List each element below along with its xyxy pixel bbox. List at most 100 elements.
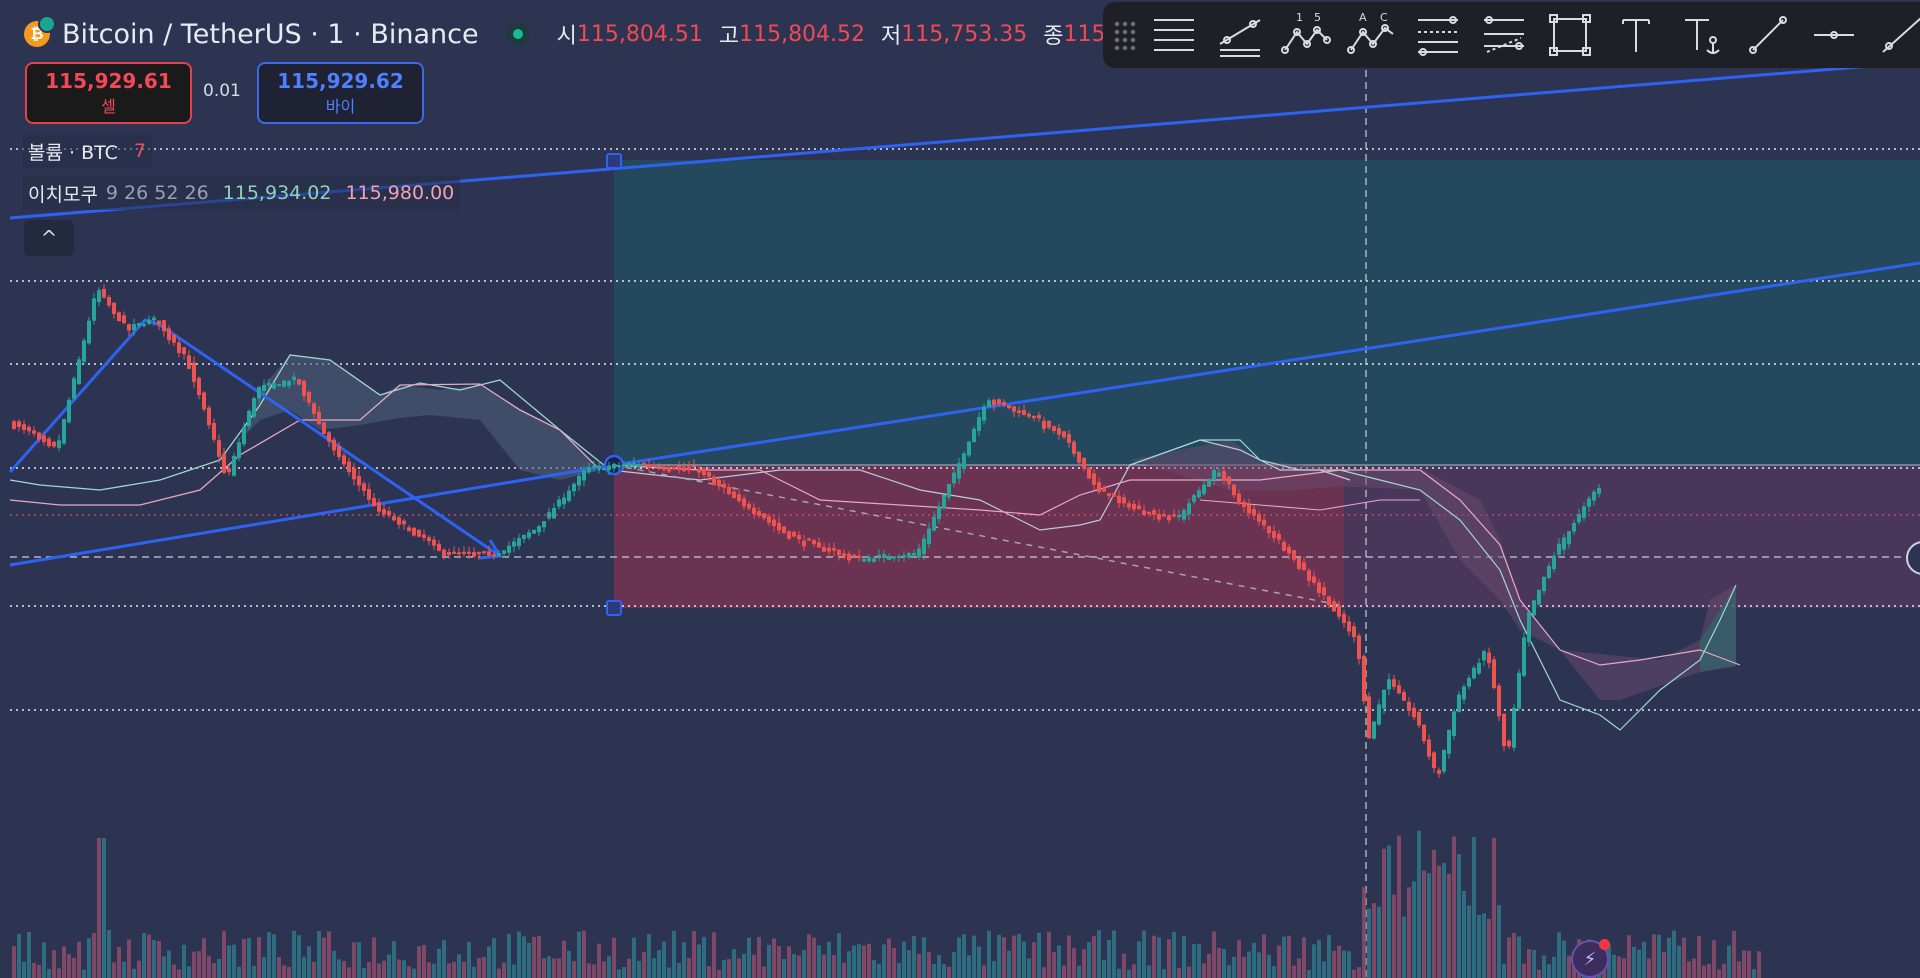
candle-body — [1547, 566, 1551, 578]
candle-body — [412, 527, 416, 536]
volume-bar — [477, 957, 481, 978]
fib-extension-icon[interactable] — [1471, 2, 1537, 68]
rectangle-icon[interactable] — [1537, 2, 1603, 68]
ichimoku-legend[interactable]: 이치모쿠 9 26 52 26 115,934.02 115,980.00 — [22, 176, 461, 210]
candle-body — [487, 551, 491, 556]
candle-body — [207, 407, 211, 426]
drag-handle-icon[interactable] — [1113, 20, 1137, 50]
volume-bar — [237, 966, 241, 978]
ray-icon[interactable] — [1867, 2, 1920, 68]
candle-body — [47, 438, 51, 447]
volume-bar — [1217, 947, 1221, 978]
candle-body — [382, 509, 386, 515]
candle-body — [907, 552, 911, 558]
xabcd-pattern-icon[interactable]: 15 — [1273, 2, 1339, 68]
volume-bar — [1352, 969, 1356, 978]
price-chart[interactable] — [0, 0, 1920, 978]
candle-body — [1532, 600, 1536, 616]
buy-button[interactable]: 115,929.62 바이 — [257, 62, 424, 124]
volume-bar — [1037, 932, 1041, 978]
candle-body — [997, 399, 1001, 405]
volume-bar — [762, 966, 766, 978]
volume-bar — [512, 964, 516, 978]
volume-bar — [1547, 964, 1551, 978]
sell-button[interactable]: 115,929.61 셀 — [25, 62, 192, 124]
candle-body — [317, 411, 321, 425]
volume-bar — [852, 945, 856, 978]
trend-line-icon[interactable] — [1735, 2, 1801, 68]
volume-bar — [922, 937, 926, 978]
volume-bar — [312, 961, 316, 978]
collapse-legend-button[interactable]: ^ — [24, 220, 74, 256]
parallel-channel-icon[interactable] — [1141, 2, 1207, 68]
volume-bar — [1277, 945, 1281, 978]
volume-bar — [222, 930, 226, 978]
volume-bar — [1042, 967, 1046, 978]
candle-body — [1392, 679, 1396, 687]
regression-trend-icon[interactable] — [1207, 2, 1273, 68]
low-value: 115,753.35 — [901, 21, 1028, 47]
volume-bar — [1097, 930, 1101, 978]
volume-bar — [1167, 939, 1171, 978]
volume-bar — [937, 954, 941, 978]
symbol-header: ₿ Bitcoin / TetherUS · 1 · Binance 시 115,… — [24, 12, 1137, 56]
candle-body — [262, 384, 266, 391]
volume-bar — [912, 936, 916, 978]
volume-bar — [332, 950, 336, 978]
candle-body — [1467, 678, 1471, 687]
fib-retracement-icon[interactable] — [1405, 2, 1471, 68]
volume-bar — [537, 935, 541, 978]
volume-bar — [647, 934, 651, 978]
candle-body — [107, 296, 111, 306]
candle-body — [397, 517, 401, 525]
volume-bar — [1657, 934, 1661, 978]
volume-bar — [297, 935, 301, 978]
volume-bar — [707, 966, 711, 978]
candle-body — [587, 467, 591, 473]
candle-body — [467, 551, 471, 554]
bolt-icon[interactable]: ⚡ — [1571, 939, 1610, 978]
candle-body — [1287, 546, 1291, 554]
volume-bar — [732, 949, 736, 978]
candle-body — [952, 472, 956, 484]
text-icon[interactable] — [1603, 2, 1669, 68]
volume-bar — [1552, 956, 1556, 978]
volume-bar — [187, 966, 191, 978]
volume-bar — [1477, 914, 1481, 978]
volume-bar — [737, 958, 741, 978]
volume-bar — [1737, 961, 1741, 978]
volume-bar — [782, 958, 786, 978]
volume-bar — [1242, 956, 1246, 978]
volume-bar — [1347, 951, 1351, 978]
candle-body — [1337, 605, 1341, 617]
candle-body — [837, 549, 841, 556]
candle-body — [557, 499, 561, 507]
volume-bar — [812, 937, 816, 978]
abcd-pattern-icon[interactable]: AC — [1339, 2, 1405, 68]
anchored-text-icon[interactable] — [1669, 2, 1735, 68]
volume-bar — [347, 967, 351, 978]
symbol-title[interactable]: Bitcoin / TetherUS · 1 · Binance — [62, 19, 479, 50]
volume-bar — [1542, 955, 1546, 978]
volume-bar — [392, 941, 396, 978]
volume-bar — [967, 955, 971, 978]
volume-legend[interactable]: 볼륨 · BTC 7 — [22, 134, 152, 168]
volume-bar — [972, 935, 976, 978]
candle-body — [637, 463, 641, 468]
candle-body — [1427, 739, 1431, 757]
candle-body — [922, 538, 926, 555]
volume-bar — [207, 956, 211, 978]
volume-bar — [1742, 950, 1746, 978]
candle-body — [632, 462, 636, 467]
long-position-target-zone[interactable] — [614, 160, 1920, 465]
volume-bar — [582, 930, 586, 978]
volume-bar — [1362, 887, 1366, 978]
volume-bar — [1152, 935, 1156, 978]
volume-bar — [1112, 930, 1116, 978]
candle-body — [342, 455, 346, 465]
horizontal-ray-icon[interactable] — [1801, 2, 1867, 68]
candle-body — [782, 526, 786, 533]
candle-body — [307, 391, 311, 403]
volume-bar — [1637, 949, 1641, 978]
volume-bar — [577, 931, 581, 978]
